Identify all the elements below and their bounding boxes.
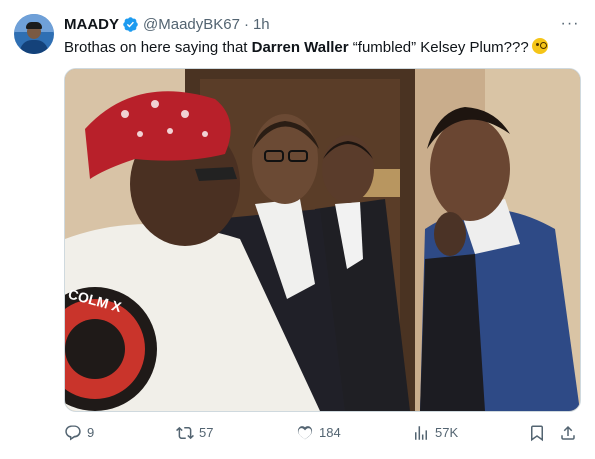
- separator-dot: ·: [243, 15, 249, 33]
- avatar-cap: [26, 22, 42, 29]
- text-bold-name: Darren Waller: [251, 39, 349, 56]
- author-handle[interactable]: @MaadyBK67: [143, 16, 240, 33]
- tweet-text: Brothas on here saying that Darren Walle…: [64, 38, 548, 58]
- share-icon: [561, 425, 575, 440]
- photo-illustration: COLM X: [65, 69, 580, 411]
- reply-button[interactable]: 9: [64, 422, 94, 444]
- like-button[interactable]: 184: [296, 422, 341, 444]
- bookmark-button[interactable]: [528, 422, 551, 444]
- repost-button[interactable]: 57: [176, 422, 213, 444]
- tweet-header: MAADY @MaadyBK67 · 1h: [64, 14, 270, 34]
- share-button[interactable]: [559, 422, 582, 444]
- bookmark-icon: [531, 425, 543, 442]
- monocle-emoji-icon: [531, 38, 548, 54]
- text-after: “fumbled” Kelsey Plum???: [348, 39, 529, 56]
- views-button[interactable]: 57K: [412, 422, 458, 444]
- more-icon[interactable]: ···: [558, 14, 582, 34]
- text-before: Brothas on here saying that: [64, 39, 252, 56]
- action-bar: 9 57 184 57K: [64, 422, 579, 444]
- like-icon: [297, 426, 313, 440]
- like-count: 184: [319, 425, 341, 440]
- verified-badge-icon: [123, 16, 138, 32]
- repost-count: 57: [199, 425, 214, 440]
- views-count: 57K: [435, 425, 459, 440]
- views-icon: [415, 426, 427, 440]
- author-name[interactable]: MAADY: [64, 16, 119, 33]
- tweet-photo[interactable]: COLM X: [64, 68, 581, 412]
- repost-icon: [176, 426, 194, 440]
- avatar-body: [20, 40, 48, 54]
- reply-count: 9: [87, 425, 95, 440]
- reply-icon: [65, 425, 81, 441]
- post-time[interactable]: 1h: [253, 16, 270, 33]
- avatar[interactable]: [14, 14, 54, 54]
- tweet-card[interactable]: MAADY @MaadyBK67 · 1h ··· Brothas on her…: [0, 0, 595, 459]
